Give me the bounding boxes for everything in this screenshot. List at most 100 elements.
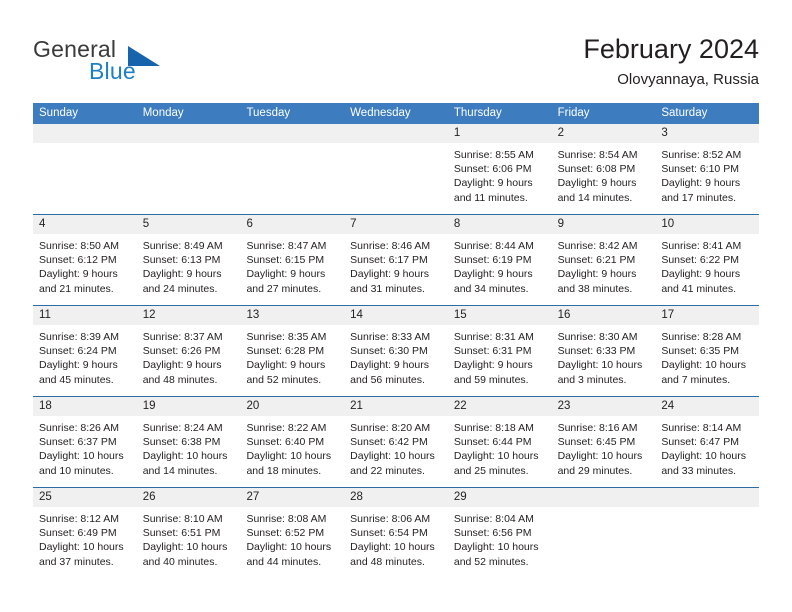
day-number[interactable]: 17: [655, 306, 759, 325]
day-number[interactable]: 27: [240, 488, 344, 507]
day-cell[interactable]: Sunrise: 8:12 AM Sunset: 6:49 PM Daylight:…: [33, 507, 137, 578]
day-info-line: Sunset: 6:38 PM: [142, 436, 221, 449]
day-info-line: Sunset: 6:19 PM: [453, 254, 532, 267]
day-cell[interactable]: Sunrise: 8:18 AM Sunset: 6:44 PM Daylight:…: [448, 416, 552, 487]
day-info-line: and 48 minutes.: [142, 373, 218, 386]
day-cell[interactable]: Sunrise: 8:47 AM Sunset: 6:15 PM Daylight:…: [240, 234, 344, 305]
day-number[interactable]: 9: [552, 215, 656, 234]
day-cell[interactable]: Sunrise: 8:42 AM Sunset: 6:21 PM Daylight:…: [552, 234, 656, 305]
day-cell[interactable]: Sunrise: 8:49 AM Sunset: 6:13 PM Daylight:…: [137, 234, 241, 305]
day-number[interactable]: 14: [344, 306, 448, 325]
brand-logo[interactable]: General Blue: [33, 36, 183, 84]
day-cell[interactable]: Sunrise: 8:46 AM Sunset: 6:17 PM Daylight:…: [344, 234, 448, 305]
day-number[interactable]: 13: [240, 306, 344, 325]
day-number[interactable]: 5: [137, 215, 241, 234]
day-number-empty: [552, 488, 656, 507]
brand-name-blue: Blue: [89, 58, 136, 84]
day-number[interactable]: 20: [240, 397, 344, 416]
day-info-line: Daylight: 9 hours: [39, 359, 118, 372]
day-cell[interactable]: Sunrise: 8:24 AM Sunset: 6:38 PM Daylight:…: [137, 416, 241, 487]
day-cell[interactable]: Sunrise: 8:16 AM Sunset: 6:45 PM Daylight:…: [552, 416, 656, 487]
day-number[interactable]: 8: [448, 215, 552, 234]
day-info-line: Daylight: 9 hours: [661, 177, 741, 190]
day-cell[interactable]: Sunrise: 8:35 AM Sunset: 6:28 PM Daylight:…: [240, 325, 344, 396]
day-number[interactable]: 29: [448, 488, 552, 507]
day-info-line: and 41 minutes.: [661, 282, 737, 295]
day-cell[interactable]: Sunrise: 8:50 AM Sunset: 6:12 PM Daylight:…: [33, 234, 137, 305]
day-cell[interactable]: Sunrise: 8:37 AM Sunset: 6:26 PM Daylight:…: [137, 325, 241, 396]
day-info-line: Sunrise: 8:52 AM: [661, 149, 742, 161]
day-number[interactable]: 21: [344, 397, 448, 416]
day-info-line: Sunset: 6:37 PM: [39, 436, 117, 449]
day-cell-empty: [137, 143, 241, 214]
day-number[interactable]: 6: [240, 215, 344, 234]
day-cell[interactable]: Sunrise: 8:41 AM Sunset: 6:22 PM Daylight:…: [655, 234, 759, 305]
day-cell[interactable]: Sunrise: 8:54 AM Sunset: 6:08 PM Daylight:…: [552, 143, 656, 214]
day-cell[interactable]: Sunrise: 8:52 AM Sunset: 6:10 PM Daylight:…: [655, 143, 759, 214]
day-number[interactable]: 16: [552, 306, 656, 325]
day-cell-empty: [344, 143, 448, 214]
day-info-line: Daylight: 9 hours: [142, 359, 222, 372]
day-info-line: and 17 minutes.: [661, 191, 737, 204]
day-number[interactable]: 28: [344, 488, 448, 507]
day-info-line: Sunrise: 8:41 AM: [661, 240, 742, 252]
day-info-line: and 18 minutes.: [246, 464, 322, 477]
day-number[interactable]: 25: [33, 488, 137, 507]
day-cell[interactable]: Sunrise: 8:22 AM Sunset: 6:40 PM Daylight:…: [240, 416, 344, 487]
day-info-line: Sunset: 6:52 PM: [246, 527, 325, 540]
day-cell[interactable]: Sunrise: 8:44 AM Sunset: 6:19 PM Daylight:…: [448, 234, 552, 305]
day-info-line: Sunset: 6:30 PM: [350, 345, 428, 358]
week-date-band: 25 26 27 28 29: [33, 488, 759, 507]
day-info-line: Sunrise: 8:10 AM: [142, 513, 223, 525]
day-info-line: Sunset: 6:15 PM: [246, 254, 325, 267]
day-cell[interactable]: Sunrise: 8:14 AM Sunset: 6:47 PM Daylight:…: [655, 416, 759, 487]
day-info-line: and 34 minutes.: [453, 282, 529, 295]
day-info-line: Sunset: 6:40 PM: [246, 436, 325, 449]
day-number[interactable]: 4: [33, 215, 137, 234]
day-number[interactable]: 15: [448, 306, 552, 325]
day-number[interactable]: 10: [655, 215, 759, 234]
day-info-line: Sunrise: 8:33 AM: [350, 331, 431, 343]
day-number[interactable]: 12: [137, 306, 241, 325]
day-info-line: and 37 minutes.: [39, 555, 114, 568]
day-info-line: Daylight: 9 hours: [557, 177, 637, 190]
day-number[interactable]: 7: [344, 215, 448, 234]
day-info-line: and 52 minutes.: [453, 555, 529, 568]
day-number[interactable]: 22: [448, 397, 552, 416]
calendar-week-row: 11 12 13 14 15 16 17 Sunrise: 8:39 AM Sunset: 6:…: [33, 305, 759, 396]
day-number[interactable]: 2: [552, 124, 656, 143]
day-info-line: Daylight: 10 hours: [557, 450, 643, 463]
day-info-line: and 56 minutes.: [350, 373, 425, 386]
day-number[interactable]: 11: [33, 306, 137, 325]
day-info-line: Daylight: 9 hours: [453, 177, 533, 190]
day-number[interactable]: 18: [33, 397, 137, 416]
day-number-empty: [33, 124, 137, 143]
day-info-line: Daylight: 10 hours: [453, 450, 539, 463]
day-info-line: Sunrise: 8:50 AM: [39, 240, 119, 252]
day-cell[interactable]: Sunrise: 8:39 AM Sunset: 6:24 PM Daylight:…: [33, 325, 137, 396]
day-cell[interactable]: Sunrise: 8:28 AM Sunset: 6:35 PM Daylight:…: [655, 325, 759, 396]
day-info-line: Sunrise: 8:44 AM: [453, 240, 534, 252]
day-info-line: Daylight: 9 hours: [453, 268, 533, 281]
day-number[interactable]: 1: [448, 124, 552, 143]
day-cell[interactable]: Sunrise: 8:20 AM Sunset: 6:42 PM Daylight:…: [344, 416, 448, 487]
day-info-line: and 25 minutes.: [453, 464, 529, 477]
day-info-line: Daylight: 9 hours: [246, 359, 326, 372]
calendar-week-row: 1 2 3 Sunrise: 8:55 AM Sunset: 6:06 PM Daylig…: [33, 124, 759, 214]
day-number[interactable]: 26: [137, 488, 241, 507]
day-number[interactable]: 19: [137, 397, 241, 416]
day-cell[interactable]: Sunrise: 8:33 AM Sunset: 6:30 PM Daylight:…: [344, 325, 448, 396]
day-cell[interactable]: Sunrise: 8:10 AM Sunset: 6:51 PM Daylight:…: [137, 507, 241, 578]
day-cell[interactable]: Sunrise: 8:04 AM Sunset: 6:56 PM Daylight:…: [448, 507, 552, 578]
day-number[interactable]: 23: [552, 397, 656, 416]
day-cell[interactable]: Sunrise: 8:31 AM Sunset: 6:31 PM Daylight:…: [448, 325, 552, 396]
day-cell[interactable]: Sunrise: 8:08 AM Sunset: 6:52 PM Daylight:…: [240, 507, 344, 578]
day-cell[interactable]: Sunrise: 8:06 AM Sunset: 6:54 PM Daylight:…: [344, 507, 448, 578]
day-cell[interactable]: Sunrise: 8:55 AM Sunset: 6:06 PM Daylight:…: [448, 143, 552, 214]
day-cell[interactable]: Sunrise: 8:26 AM Sunset: 6:37 PM Daylight:…: [33, 416, 137, 487]
day-info-line: Sunset: 6:42 PM: [350, 436, 428, 449]
day-number[interactable]: 3: [655, 124, 759, 143]
day-cell[interactable]: Sunrise: 8:30 AM Sunset: 6:33 PM Daylight:…: [552, 325, 656, 396]
day-number[interactable]: 24: [655, 397, 759, 416]
day-info-line: Daylight: 10 hours: [142, 541, 228, 554]
